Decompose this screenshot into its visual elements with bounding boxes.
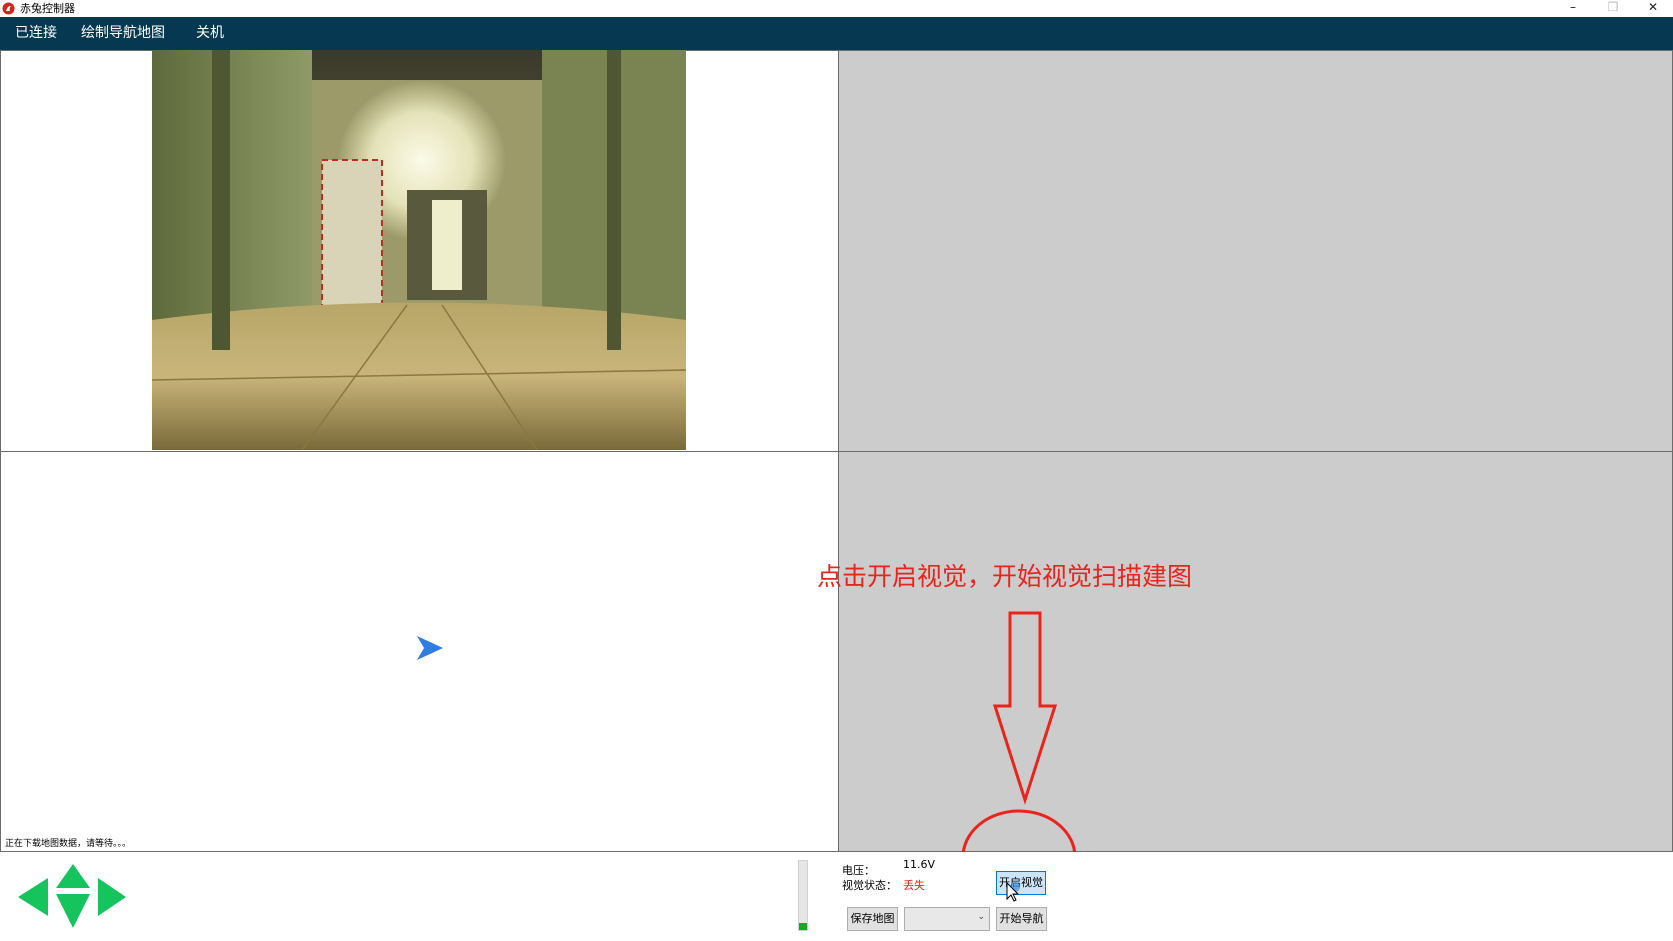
window-title: 赤兔控制器 bbox=[20, 2, 75, 15]
close-button[interactable]: ✕ bbox=[1633, 0, 1673, 17]
chevron-down-icon: ⌄ bbox=[977, 912, 985, 922]
level-bar-fill bbox=[799, 923, 807, 930]
control-panel bbox=[0, 852, 1673, 941]
menu-item-connected[interactable]: 已连接 bbox=[15, 17, 57, 50]
maximize-button: ❐ bbox=[1607, 0, 1619, 14]
status-message: 正在下载地图数据，请等待。。。 bbox=[5, 839, 132, 849]
voltage-value: 11.6V bbox=[903, 858, 936, 871]
camera-feed bbox=[152, 50, 686, 450]
minimize-button[interactable]: – bbox=[1553, 0, 1593, 17]
annotation-hint: 点击开启视觉，开始视觉扫描建图 bbox=[817, 562, 1193, 591]
vision-state-value: 丢失 bbox=[903, 879, 925, 892]
bottom-right-map-pane bbox=[838, 451, 1673, 852]
title-bar: 赤兔控制器 – ❐ ✕ bbox=[0, 0, 1673, 17]
level-bar bbox=[798, 860, 808, 931]
start-navigation-button[interactable]: 开始导航 bbox=[996, 907, 1047, 931]
arrow-right-icon[interactable] bbox=[98, 878, 126, 916]
menu-item-draw-nav-map[interactable]: 绘制导航地图 bbox=[81, 17, 165, 50]
mouse-cursor-icon bbox=[1006, 881, 1020, 902]
vision-state-label: 视觉状态： bbox=[842, 879, 897, 892]
arrow-left-icon[interactable] bbox=[18, 878, 48, 916]
voltage-label: 电压： bbox=[842, 864, 875, 877]
direction-pad bbox=[18, 864, 126, 928]
menu-item-shutdown[interactable]: 关机 bbox=[196, 17, 224, 50]
arrow-down-icon[interactable] bbox=[56, 894, 90, 928]
arrow-up-icon[interactable] bbox=[56, 864, 90, 888]
menu-bar: 已连接 绘制导航地图 关机 bbox=[0, 17, 1673, 50]
app-icon bbox=[2, 2, 15, 15]
save-map-button[interactable]: 保存地图 bbox=[847, 907, 898, 931]
robot-marker-icon bbox=[417, 636, 443, 660]
top-right-map-pane bbox=[838, 50, 1673, 452]
map-select[interactable]: ⌄ bbox=[904, 907, 990, 931]
